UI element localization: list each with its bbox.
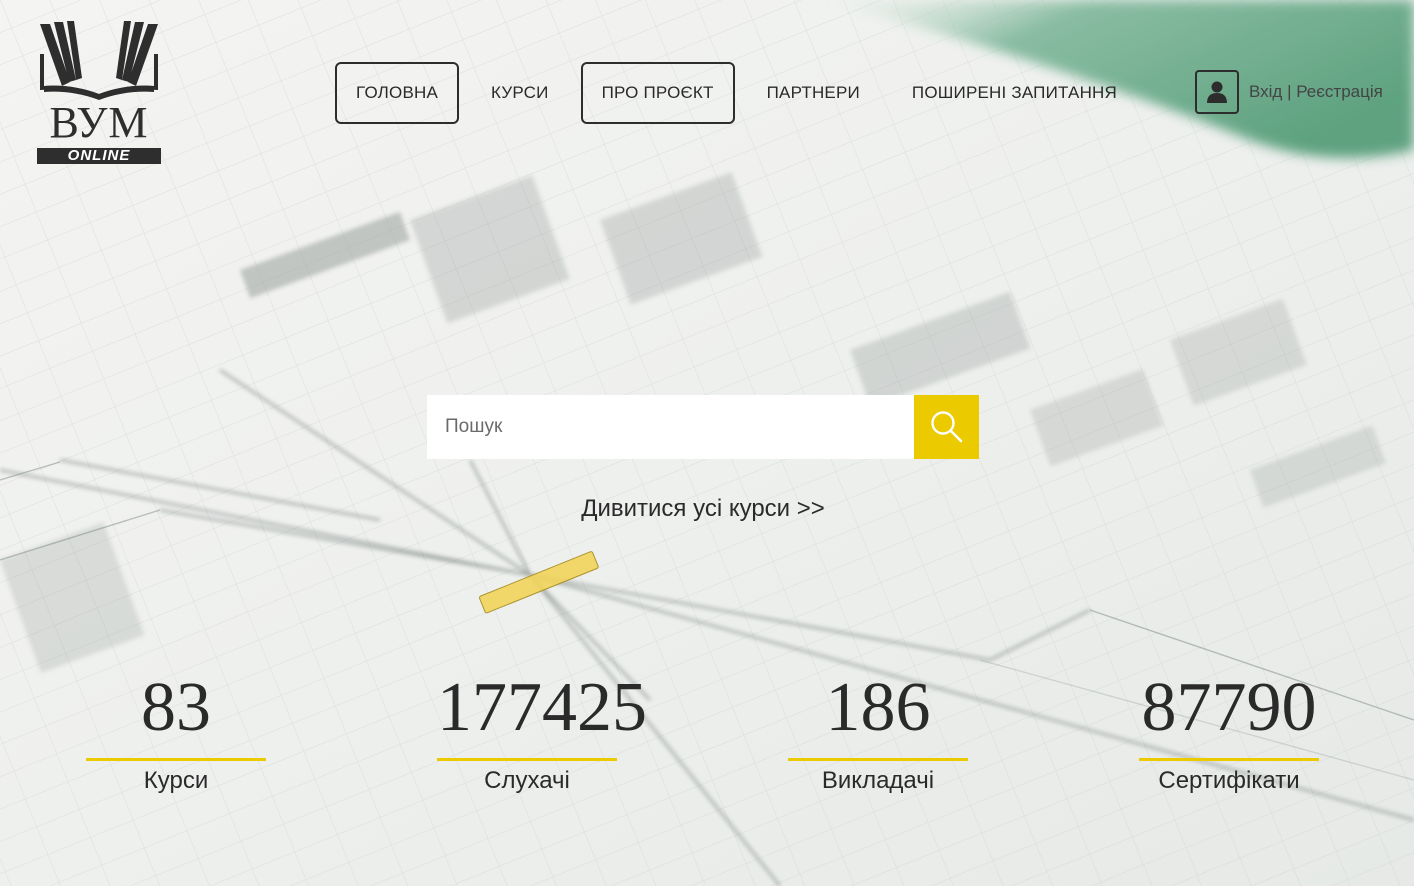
- stat-value: 177425: [437, 669, 647, 746]
- stat-underline: [1139, 758, 1319, 761]
- stat-value: 83: [141, 669, 211, 746]
- logo-title: ВУМ: [49, 98, 149, 147]
- stat-value: 87790: [1141, 669, 1317, 746]
- stat-certificates: 87790 Сертифікати: [1139, 668, 1319, 795]
- nav-item-courses[interactable]: КУРСИ: [472, 62, 568, 124]
- stat-label: Курси: [143, 767, 209, 794]
- nav-item-home[interactable]: ГОЛОВНА: [335, 62, 460, 124]
- search-button[interactable]: [914, 395, 979, 459]
- stat-label: Слухачі: [484, 767, 570, 794]
- stat-teachers: 186 Викладачі: [788, 668, 968, 795]
- auth-area[interactable]: Вхід | Реєстрація: [1195, 70, 1383, 114]
- stat-value: 186: [825, 669, 931, 746]
- logo-subtitle: ONLINE: [67, 147, 131, 164]
- stat-label: Викладачі: [821, 767, 935, 794]
- stat-label: Сертифікати: [1158, 767, 1300, 794]
- site-logo[interactable]: ВУМ ONLINE: [36, 20, 162, 166]
- nav-item-partners[interactable]: ПАРТНЕРИ: [748, 62, 879, 124]
- login-register-link[interactable]: Вхід | Реєстрація: [1249, 82, 1383, 102]
- stat-courses: 83 Курси: [86, 668, 266, 795]
- book-rays-icon: [40, 21, 158, 100]
- main-nav: ГОЛОВНА КУРСИ ПРО ПРОЄКТ ПАРТНЕРИ ПОШИРЕ…: [335, 61, 1136, 125]
- nav-item-faq[interactable]: ПОШИРЕНІ ЗАПИТАННЯ: [893, 62, 1136, 124]
- search-input[interactable]: [427, 395, 914, 459]
- stat-underline: [86, 758, 266, 761]
- stat-underline: [788, 758, 968, 761]
- all-courses-link[interactable]: Дивитися усі курси >>: [427, 495, 979, 523]
- stat-underline: [437, 758, 617, 761]
- search-bar: [427, 395, 979, 459]
- nav-item-about[interactable]: ПРО ПРОЄКТ: [580, 62, 735, 124]
- search-icon: [930, 411, 962, 443]
- stat-listeners: 177425 Слухачі: [437, 668, 647, 795]
- user-icon[interactable]: [1195, 70, 1239, 114]
